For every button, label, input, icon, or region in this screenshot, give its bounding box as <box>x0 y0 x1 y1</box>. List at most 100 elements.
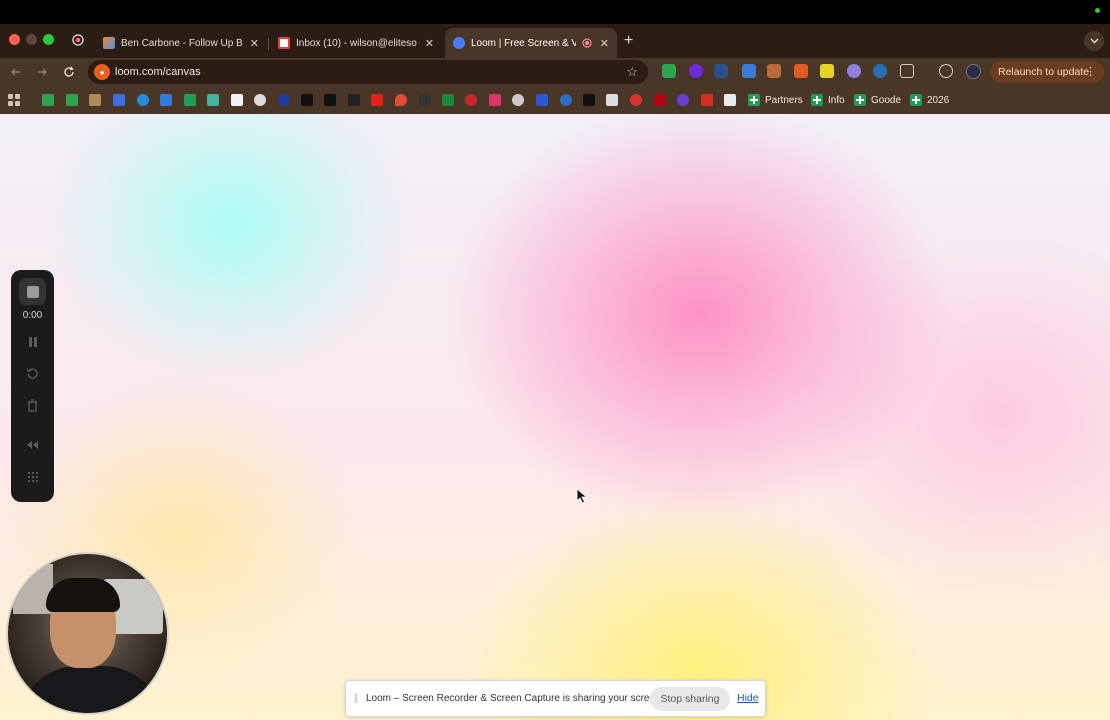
bookmark-icon[interactable] <box>254 94 266 106</box>
extension-dots-icon[interactable] <box>714 64 728 78</box>
recording-timer: 0:00 <box>22 310 43 321</box>
close-icon[interactable]: ✕ <box>600 37 609 50</box>
extension-badge-icon[interactable] <box>742 64 756 78</box>
bookmark-label: Partners <box>765 94 803 106</box>
reload-button[interactable] <box>60 63 78 81</box>
bookmark-icon[interactable] <box>465 94 477 106</box>
globe-icon[interactable] <box>512 94 524 106</box>
record-icon <box>72 34 84 46</box>
bookmark-icon[interactable] <box>66 94 78 106</box>
stop-recording-button[interactable] <box>19 278 46 305</box>
close-window-button[interactable] <box>9 34 20 45</box>
netflix-icon[interactable] <box>654 94 666 106</box>
bookmark-icon[interactable] <box>606 94 618 106</box>
extension-circle-icon[interactable] <box>689 64 703 78</box>
youtube-icon[interactable] <box>371 94 383 106</box>
bookmark-icon[interactable] <box>583 94 595 106</box>
bookmark-folder-2026[interactable]: 2026 <box>910 93 949 107</box>
bookmark-icon[interactable] <box>489 94 501 106</box>
delete-button[interactable] <box>25 398 40 413</box>
td-icon[interactable] <box>442 94 454 106</box>
more-options-button[interactable] <box>25 469 40 484</box>
restart-button[interactable] <box>25 366 40 381</box>
loom-icon <box>453 37 465 49</box>
bookmark-label: Goode <box>871 94 902 106</box>
menu-bar <box>0 0 1110 24</box>
menu-kebab-icon[interactable]: ⋮ <box>1085 65 1096 78</box>
pinned-tab[interactable] <box>70 32 86 48</box>
sync-icon[interactable] <box>939 64 953 78</box>
close-icon[interactable]: ✕ <box>425 37 434 50</box>
bookmark-icon[interactable] <box>724 94 736 106</box>
extensions-puzzle-icon[interactable] <box>900 64 914 78</box>
minimize-window-button[interactable] <box>26 34 37 45</box>
map-pin-icon[interactable] <box>395 94 407 106</box>
tab-strip: Ben Carbone - Follow Up Boss ✕ Inbox (10… <box>0 24 1110 58</box>
recording-icon <box>582 38 592 48</box>
tab-gmail[interactable]: Inbox (10) - wilson@elitesold ✕ <box>270 28 442 58</box>
arrow-left-icon <box>11 68 20 76</box>
hide-link[interactable]: Hide <box>737 692 759 704</box>
x-icon[interactable] <box>348 94 360 106</box>
grid-dots-icon <box>27 471 38 482</box>
x-icon[interactable] <box>301 94 313 106</box>
extension-fox-icon[interactable] <box>794 64 808 78</box>
stop-sharing-button[interactable]: Stop sharing <box>650 687 730 711</box>
extension-yellow-icon[interactable] <box>820 64 834 78</box>
bookmark-icon[interactable] <box>113 94 125 106</box>
bookmark-icon[interactable] <box>278 94 290 106</box>
tab-follow-up-boss[interactable]: Ben Carbone - Follow Up Boss ✕ <box>95 28 267 58</box>
stack-icon <box>103 37 115 49</box>
extension-check-icon[interactable] <box>662 64 676 78</box>
address-bar[interactable]: ● loom.com/canvas ☆ <box>88 60 648 84</box>
back-button[interactable] <box>7 63 25 81</box>
recording-controls: 0:00 <box>11 270 54 502</box>
close-icon[interactable]: ✕ <box>250 37 259 50</box>
bookmark-icon[interactable] <box>630 94 642 106</box>
bookmark-icon[interactable] <box>677 94 689 106</box>
bookmark-folder-goode[interactable]: Goode <box>854 93 901 107</box>
maximize-window-button[interactable] <box>43 34 54 45</box>
bookmark-icon[interactable] <box>160 94 172 106</box>
sheets-icon <box>910 94 922 106</box>
pause-button[interactable] <box>25 334 40 349</box>
bookmark-icon[interactable] <box>137 94 149 106</box>
td-icon[interactable] <box>560 94 572 106</box>
arrow-right-icon <box>38 68 47 76</box>
loom-site-icon[interactable]: ● <box>94 64 110 80</box>
tab-label: Ben Carbone - Follow Up Boss <box>121 37 242 49</box>
screen-sharing-bar: || Loom – Screen Recorder & Screen Captu… <box>345 680 766 717</box>
bookmark-icon[interactable] <box>419 94 431 106</box>
extension-globe-icon[interactable] <box>873 64 887 78</box>
bookmark-label: 2026 <box>927 94 950 106</box>
chevron-down-icon <box>1090 38 1098 44</box>
forward-button[interactable] <box>33 63 51 81</box>
bookmark-icon[interactable] <box>231 94 243 106</box>
webcam-bubble[interactable] <box>6 552 169 715</box>
bookmark-folder-partners[interactable]: Partners <box>748 93 803 107</box>
bookmark-icon[interactable] <box>89 94 101 106</box>
bookmark-star-icon[interactable]: ☆ <box>626 64 638 80</box>
relaunch-to-update-button[interactable]: Relaunch to update ⋮ <box>990 61 1104 83</box>
stop-icon <box>26 285 39 298</box>
tab-loom[interactable]: Loom | Free Screen & Vid ✕ <box>445 28 617 58</box>
bookmark-icon[interactable] <box>42 94 54 106</box>
bookmark-label: Info <box>828 94 845 106</box>
tab-search-button[interactable] <box>1084 31 1104 51</box>
url-text[interactable]: loom.com/canvas <box>115 66 201 78</box>
apps-grid-icon[interactable] <box>8 94 20 106</box>
drag-handle-icon[interactable]: || <box>354 693 358 704</box>
bookmark-icon[interactable] <box>184 94 196 106</box>
extension-cloud-icon[interactable] <box>847 64 861 78</box>
sheets-icon <box>811 94 823 106</box>
bookmark-icon[interactable] <box>536 94 548 106</box>
extension-g-icon[interactable] <box>767 64 781 78</box>
rewind-button[interactable] <box>25 437 40 452</box>
tab-separator <box>268 38 269 50</box>
pdf-icon[interactable] <box>701 94 713 106</box>
bookmark-folder-info[interactable]: Info <box>811 93 845 107</box>
new-tab-button[interactable]: + <box>624 32 633 50</box>
avatar[interactable] <box>966 64 981 79</box>
bookmark-icon[interactable] <box>207 94 219 106</box>
x-icon[interactable] <box>324 94 336 106</box>
